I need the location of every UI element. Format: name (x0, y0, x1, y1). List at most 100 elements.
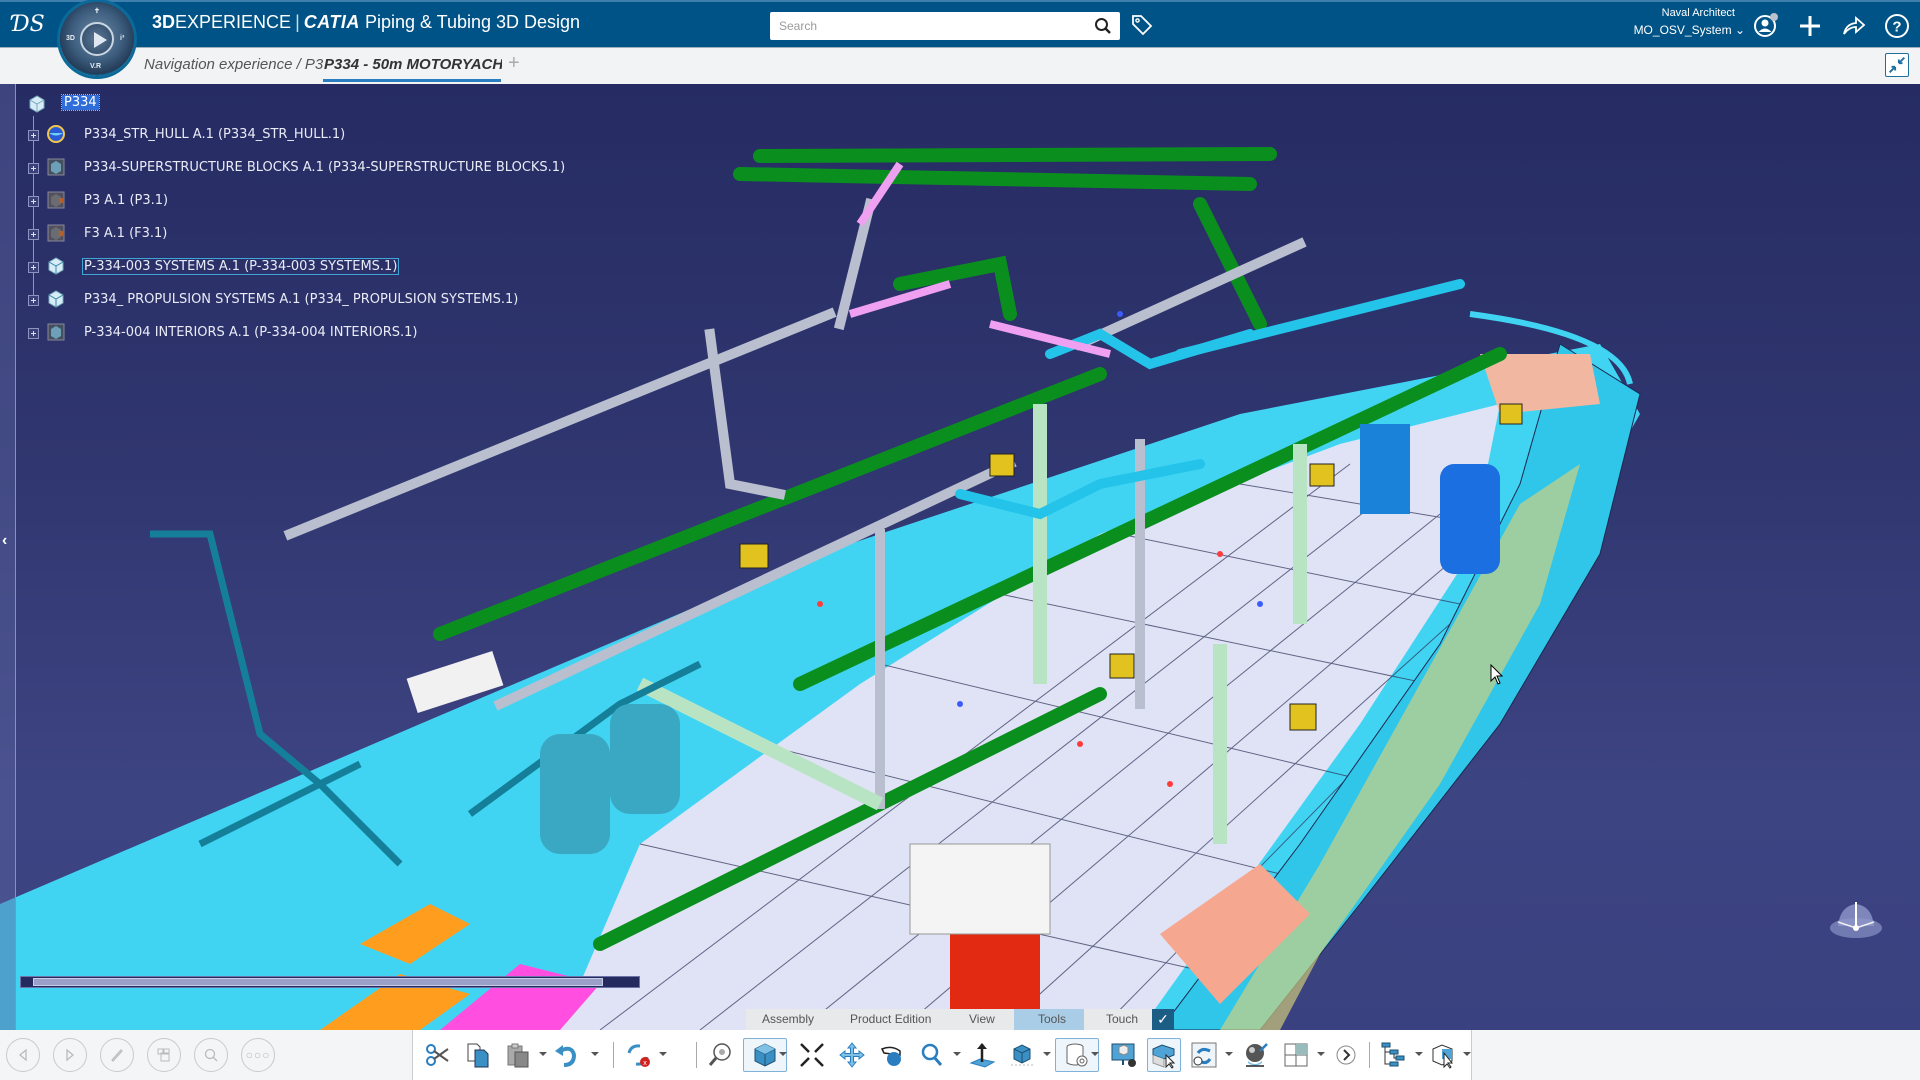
tree-toggle-button[interactable] (1377, 1038, 1411, 1072)
select-3d-dropdown-icon[interactable] (1463, 1052, 1471, 1056)
section-tab-tools[interactable]: Tools (1038, 1012, 1066, 1026)
view-mode-dropdown-icon[interactable] (779, 1052, 787, 1056)
paste-button[interactable] (501, 1038, 535, 1072)
section-tabs: Assembly Product Edition View Tools Touc… (746, 1009, 1152, 1030)
tree-node-label: P3 A.1 (P3.1) (84, 193, 169, 208)
refresh-dropdown-icon[interactable] (1225, 1052, 1233, 1056)
layout-button[interactable] (147, 1038, 181, 1072)
fit-all-icon (800, 1043, 824, 1067)
svg-text:x: x (643, 1060, 647, 1067)
section-tab-touch[interactable]: Touch (1106, 1012, 1138, 1026)
section-tab-product-edition[interactable]: Product Edition (850, 1012, 931, 1026)
expand-icon[interactable] (28, 163, 39, 174)
fit-all-button[interactable] (795, 1038, 829, 1072)
role-selector[interactable]: Naval Architect MO_OSV_System ⌄ (1620, 6, 1745, 40)
tree-node[interactable]: P334_STR_HULL A.1 (P334_STR_HULL.1) (26, 124, 626, 148)
layout-button[interactable] (1279, 1038, 1313, 1072)
tree-structure-icon (1381, 1042, 1405, 1067)
compass-label-vr: V.R (90, 63, 102, 70)
expand-icon[interactable] (28, 262, 39, 273)
undo-button[interactable] (549, 1038, 583, 1072)
undo-dropdown-icon[interactable] (591, 1052, 599, 1056)
section-collapse-button[interactable]: ✓ (1152, 1009, 1174, 1030)
share-icon[interactable] (1840, 12, 1868, 40)
pan-button[interactable] (835, 1038, 869, 1072)
render-style-icon (1011, 1044, 1033, 1066)
brand-bold: 3D (152, 12, 176, 32)
display-settings-button[interactable] (1107, 1038, 1141, 1072)
next-icon (66, 1048, 75, 1062)
render-style-dropdown-icon[interactable] (1043, 1052, 1051, 1056)
expand-icon[interactable] (28, 229, 39, 240)
section-tab-assembly[interactable]: Assembly (762, 1012, 814, 1026)
separator (1369, 1042, 1370, 1068)
layout-dropdown-icon[interactable] (1317, 1052, 1325, 1056)
copy-button[interactable] (461, 1038, 495, 1072)
search-icon[interactable] (1094, 17, 1112, 35)
render-style-button[interactable] (1005, 1038, 1039, 1072)
paste-dropdown-icon[interactable] (539, 1052, 547, 1056)
tree-node[interactable]: F3 A.1 (F3.1) (26, 223, 626, 247)
compass-widget[interactable]: ✝ 3D i³ V.R (60, 2, 134, 76)
tree-node-label: P334-SUPERSTRUCTURE BLOCKS A.1 (P334-SUP… (84, 160, 566, 175)
3d-viewport[interactable]: ‹ P334 P334_STR_HULL A.1 (P334_STR_HULL.… (0, 84, 1920, 1030)
more-button[interactable]: ○○○ (241, 1038, 275, 1072)
normal-view-icon (969, 1043, 996, 1068)
tree-node[interactable]: P334-SUPERSTRUCTURE BLOCKS A.1 (P334-SUP… (26, 157, 626, 181)
product-icon (47, 158, 65, 176)
tag-icon[interactable] (1130, 13, 1154, 37)
tab-strip: Navigation experience / P3 P334 - 50m MO… (0, 47, 1920, 84)
previous-button[interactable] (6, 1038, 40, 1072)
refresh-view-button[interactable] (1187, 1038, 1221, 1072)
expand-icon[interactable] (28, 130, 39, 141)
tree-horizontal-scrollbar[interactable] (20, 976, 640, 988)
compass-label-top: ✝ (94, 8, 100, 15)
help-icon[interactable]: ? (1883, 12, 1911, 40)
ambience-button[interactable] (1239, 1038, 1273, 1072)
fly-mode-button[interactable] (703, 1038, 737, 1072)
expand-icon[interactable] (28, 196, 39, 207)
user-icon[interactable] (1752, 12, 1780, 40)
selection-mode-button[interactable] (1147, 1038, 1181, 1072)
scrollbar-thumb[interactable] (33, 978, 603, 986)
zoom-dropdown-icon[interactable] (953, 1052, 961, 1056)
tree-root-label[interactable]: P334 (61, 94, 100, 111)
collapse-button[interactable] (1885, 53, 1909, 77)
assembly-icon (48, 257, 64, 275)
add-icon[interactable] (1796, 12, 1824, 40)
tree-dropdown-icon[interactable] (1415, 1052, 1423, 1056)
tree-node-selected[interactable]: P-334-003 SYSTEMS A.1 (P-334-003 SYSTEMS… (26, 256, 626, 280)
ambience-sphere-icon (1246, 1043, 1268, 1067)
markup-button[interactable] (100, 1038, 134, 1072)
update-button[interactable]: x (621, 1038, 655, 1072)
breadcrumb[interactable]: Navigation experience / P3 (144, 56, 323, 73)
tree-node[interactable]: P334_ PROPULSION SYSTEMS A.1 (P334_ PROP… (26, 289, 626, 313)
search-input[interactable] (770, 12, 1070, 40)
add-tab-button[interactable]: + (508, 52, 520, 75)
product-icon (47, 224, 65, 242)
refresh-clock-icon (1191, 1042, 1217, 1068)
expand-icon[interactable] (28, 328, 39, 339)
normal-view-button[interactable] (965, 1038, 999, 1072)
settings-dropdown-icon[interactable] (1091, 1052, 1099, 1056)
more-tools-button[interactable] (1329, 1038, 1363, 1072)
zoom-button[interactable] (915, 1038, 949, 1072)
tree-node[interactable]: P3 A.1 (P3.1) (26, 190, 626, 214)
update-dropdown-icon[interactable] (659, 1052, 667, 1056)
pan-arrows-icon (839, 1042, 865, 1068)
tab-active-indicator (323, 79, 501, 82)
cut-button[interactable] (421, 1038, 455, 1072)
tree-root[interactable]: P334 (26, 94, 426, 116)
robot-compass-icon[interactable] (1826, 894, 1886, 942)
product-icon (47, 191, 65, 209)
find-button[interactable] (194, 1038, 228, 1072)
rotate-button[interactable] (875, 1038, 909, 1072)
tab-active[interactable]: P334 - 50m MOTORYACHT (324, 56, 502, 73)
expand-icon[interactable] (28, 295, 39, 306)
next-button[interactable] (53, 1038, 87, 1072)
select-3d-button[interactable] (1427, 1038, 1461, 1072)
tree-node[interactable]: P-334-004 INTERIORS A.1 (P-334-004 INTER… (26, 322, 626, 346)
section-tab-view[interactable]: View (969, 1012, 995, 1026)
expand-panel-arrow-icon[interactable]: ‹ (2, 532, 7, 550)
dassault-logo-icon[interactable]: ƊS (12, 8, 52, 42)
